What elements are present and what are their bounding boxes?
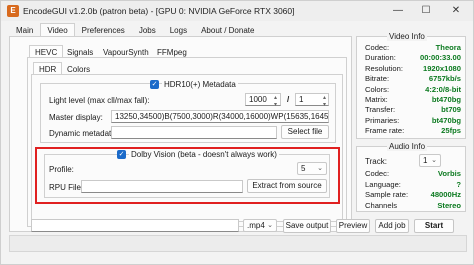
video-info-key: Colors:: [365, 84, 390, 94]
profile-label: Profile:: [49, 165, 74, 174]
light-level-label: Light level (max cll/max fall):: [49, 96, 150, 105]
track-label: Track:: [365, 157, 387, 166]
dynamic-metadata-label: Dynamic metadata:: [49, 129, 118, 138]
hdr10-label: HDR10(+) Metadata: [162, 80, 238, 89]
audio-info-value: Vorbis: [437, 169, 461, 178]
video-info-value: 4:2:0/8-bit: [425, 84, 461, 94]
dynamic-metadata-input[interactable]: [111, 126, 277, 139]
rpu-file-label: RPU File:: [49, 183, 84, 192]
video-info-key: Matrix:: [365, 95, 388, 104]
dolby-vision-label: Dolby Vision (beta - doesn't always work…: [129, 150, 279, 159]
track-value: 1: [423, 156, 428, 165]
profile-dropdown[interactable]: 5 ⌄: [297, 162, 327, 175]
video-info-value: bt470bg: [431, 95, 461, 104]
video-info-value: 6757kb/s: [428, 74, 461, 84]
video-info-value: 1920x1080: [422, 63, 461, 73]
max-cll-spinner-icon[interactable]: ▴ ▾: [274, 94, 277, 108]
close-button[interactable]: ✕: [443, 3, 469, 19]
audio-info-key: Language:: [365, 179, 401, 189]
video-info-key: Transfer:: [365, 105, 396, 115]
tab-video[interactable]: Video: [40, 23, 75, 37]
video-info-value: 25fps: [441, 126, 461, 136]
save-output-button[interactable]: Save output: [283, 219, 331, 233]
tab-jobs[interactable]: Jobs: [132, 23, 163, 37]
progress-bar: [9, 235, 467, 252]
video-info-value: Theora: [435, 43, 461, 52]
minimize-button[interactable]: —: [385, 3, 411, 19]
tab-main[interactable]: Main: [9, 23, 40, 37]
master-display-label: Master display:: [49, 113, 103, 122]
container-dropdown[interactable]: .mp4 ⌄: [243, 219, 277, 232]
audio-info-key: Channels: [365, 200, 398, 210]
video-info-value: 00:00:33.00: [420, 53, 461, 63]
video-info-value: bt470bg: [431, 115, 461, 125]
video-info-key: Primaries:: [365, 115, 400, 125]
track-dropdown[interactable]: 1 ⌄: [419, 154, 441, 167]
audio-info-value: Stereo: [437, 200, 461, 210]
output-path-input[interactable]: [31, 219, 239, 232]
start-button[interactable]: Start: [414, 219, 454, 233]
video-info-value: bt709: [441, 105, 461, 115]
add-job-button[interactable]: Add job: [375, 219, 409, 233]
video-info-key: Resolution:: [365, 63, 403, 73]
extract-from-source-button[interactable]: Extract from source: [247, 179, 327, 193]
audio-info-value: ?: [456, 179, 461, 189]
light-level-separator: /: [287, 95, 290, 104]
video-info-title: Video Info: [387, 32, 427, 41]
main-tab-bar: Main Video Preferences Jobs Logs About /…: [9, 23, 261, 37]
app-logo-icon: E: [7, 5, 19, 17]
master-display-input[interactable]: 13250,34500)B(7500,3000)R(34000,16000)WP…: [111, 110, 329, 123]
app-window: E EncodeGUI v1.2.0b (patron beta) - [GPU…: [0, 0, 474, 265]
title-bar: E EncodeGUI v1.2.0b (patron beta) - [GPU…: [1, 1, 473, 21]
chevron-down-icon: ⌄: [267, 222, 273, 229]
audio-info-value: 48000Hz: [430, 190, 461, 199]
audio-info-title: Audio Info: [387, 142, 428, 151]
chevron-down-icon: ⌄: [317, 165, 323, 172]
video-info-key: Duration:: [365, 53, 396, 63]
profile-value: 5: [301, 164, 306, 173]
select-file-button[interactable]: Select file: [281, 125, 329, 139]
container-value: .mp4: [247, 221, 265, 230]
maximize-button[interactable]: ☐: [413, 3, 439, 19]
tab-preferences[interactable]: Preferences: [75, 23, 132, 37]
tab-logs[interactable]: Logs: [163, 23, 194, 37]
audio-info-key: Codec:: [365, 169, 390, 178]
video-info-key: Frame rate:: [365, 126, 405, 136]
hdr10-checkbox[interactable]: ✓: [150, 80, 159, 89]
chevron-down-icon: ⌄: [431, 157, 437, 164]
rpu-file-input[interactable]: [81, 180, 243, 193]
video-info-key: Codec:: [365, 43, 390, 52]
preview-button[interactable]: Preview: [336, 219, 370, 233]
dolby-vision-checkbox[interactable]: ✓: [117, 150, 126, 159]
tab-about-donate[interactable]: About / Donate: [194, 23, 261, 37]
max-fall-spinner-icon[interactable]: ▴ ▾: [323, 94, 326, 108]
window-title: EncodeGUI v1.2.0b (patron beta) - [GPU 0…: [23, 6, 295, 16]
video-info-key: Bitrate:: [365, 74, 390, 84]
